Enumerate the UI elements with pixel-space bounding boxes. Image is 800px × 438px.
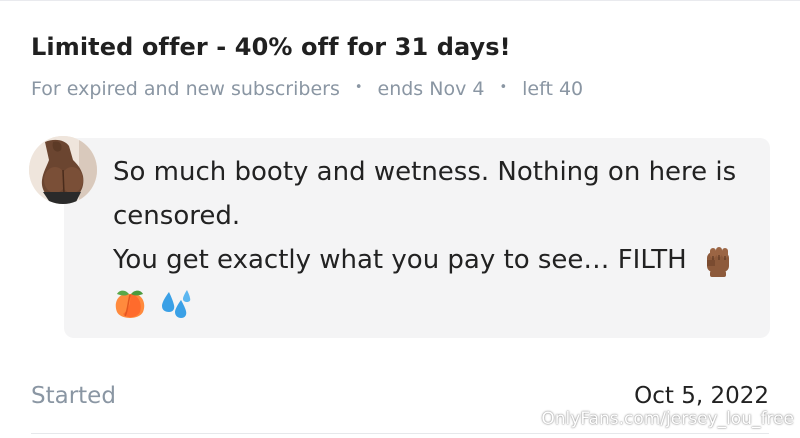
peach-icon <box>113 288 147 322</box>
offer-audience: For expired and new subscribers <box>31 78 340 100</box>
subscription-offer-card: Limited offer - 40% off for 31 days! For… <box>0 0 800 438</box>
meta-separator: • <box>499 79 508 95</box>
offer-meta: For expired and new subscribers • ends N… <box>31 78 583 100</box>
message-line-text: You get exactly what you pay to see… FIL… <box>113 245 687 275</box>
top-divider <box>0 0 800 1</box>
started-date: Oct 5, 2022 <box>634 383 769 409</box>
offer-remaining: left 40 <box>522 78 584 100</box>
meta-separator: • <box>354 79 363 95</box>
message-line: You get exactly what you pay to see… FIL… <box>113 238 763 282</box>
watermark: OnlyFans.com/jersey_lou_free <box>541 409 794 429</box>
message-text: So much booty and wetness. Nothing on he… <box>113 150 763 326</box>
offer-end-date: ends Nov 4 <box>377 78 485 100</box>
message-line: censored. <box>113 201 241 231</box>
bottom-divider <box>31 433 769 434</box>
message-line: So much booty and wetness. Nothing on he… <box>113 157 737 187</box>
started-label: Started <box>31 383 116 409</box>
message-line <box>113 282 763 326</box>
offer-title: Limited offer - 40% off for 31 days! <box>31 33 511 61</box>
raised-fist-icon <box>701 244 735 278</box>
sweat-droplets-icon <box>159 288 193 322</box>
avatar[interactable] <box>29 136 97 204</box>
